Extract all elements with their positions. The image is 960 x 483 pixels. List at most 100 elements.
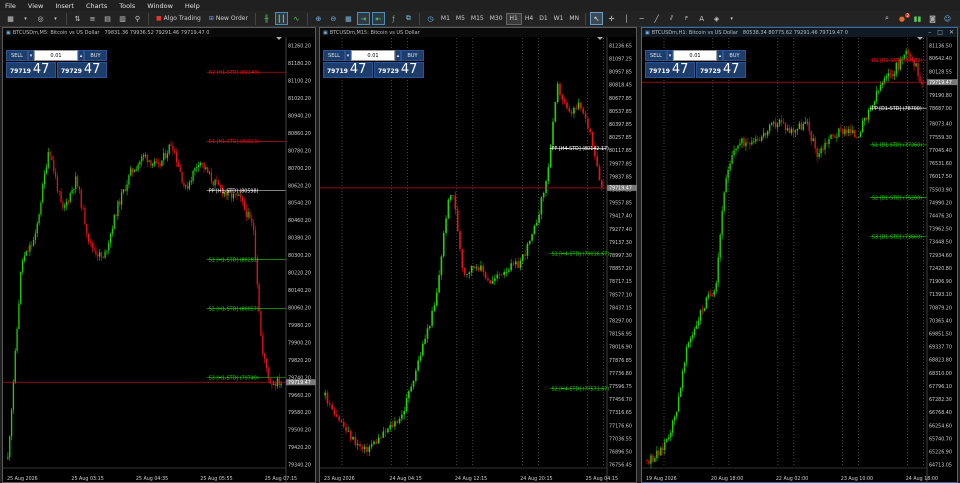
candle-body xyxy=(466,274,468,275)
clock-icon[interactable]: ◷ xyxy=(424,12,437,25)
bar-chart-icon[interactable]: ╫ xyxy=(260,12,273,25)
zoom-in-icon[interactable]: ⊕ xyxy=(312,12,325,25)
candle-body xyxy=(524,254,526,256)
shapes-icon[interactable]: ◈ xyxy=(710,12,723,25)
chart-window-btcusdm-m15[interactable]: 81236.65 81097.25 80957.85 80818.45 80677.85… xyxy=(319,27,637,483)
ask-price[interactable]: 79729 47 xyxy=(374,62,424,78)
zoom-out-icon[interactable]: ⊖ xyxy=(327,12,340,25)
price-axis-label: 79580.20 xyxy=(288,410,311,416)
candle-body xyxy=(707,294,710,298)
chart-plot[interactable]: 81136.50 80642.40 80128.55 79719.47 79190.80… xyxy=(642,28,959,483)
buy-button[interactable]: BUY xyxy=(401,50,424,61)
ask-price[interactable]: 79729 47 xyxy=(696,62,746,78)
price-axis-label: 79900.20 xyxy=(288,340,311,346)
chart-plot[interactable]: 81236.65 81097.25 80957.85 80818.45 80677.85… xyxy=(320,28,638,483)
menu-charts[interactable]: Charts xyxy=(81,2,114,10)
profile-icon[interactable]: ☺ xyxy=(941,12,954,25)
lot-size-input[interactable]: 0.01 xyxy=(351,50,395,61)
market-watch-icon[interactable]: ⇅ xyxy=(71,12,84,25)
minimize-icon[interactable]: – xyxy=(928,29,931,36)
one-click-trading-panel: SELL ▾ 0.01 ▴ BUY 79719 47 79729 47 xyxy=(645,50,746,79)
candle-body xyxy=(21,260,24,272)
dropdown-icon[interactable]: ▾ xyxy=(725,12,738,25)
timeframe-h1[interactable]: H1 xyxy=(505,12,522,25)
account-icon[interactable]: ◙ xyxy=(926,12,939,25)
auto-scroll-icon[interactable]: ⇥ xyxy=(356,12,370,25)
candle-body xyxy=(768,124,771,131)
candle-body xyxy=(512,263,515,265)
algo-trading-button[interactable]: ■ Algo Trading xyxy=(153,12,204,25)
candlestick-icon[interactable]: ┃┃ xyxy=(274,12,288,25)
timeframe-m15[interactable]: M15 xyxy=(468,13,487,25)
timeframe-m5[interactable]: M5 xyxy=(453,13,468,25)
candle-body xyxy=(196,167,198,168)
chart-window-btcusdm-h1[interactable]: 81136.50 80642.40 80128.55 79719.47 79190.80… xyxy=(641,27,958,483)
candle-body xyxy=(587,118,589,129)
search-icon[interactable]: ⌕ xyxy=(880,12,893,25)
signal-icon[interactable]: ▮▮ xyxy=(911,12,924,25)
timeframe-w1[interactable]: W1 xyxy=(551,13,567,25)
chart-window-btcusdm-m5[interactable]: 81260.20 81180.20 81100.20 81020.20 80940.20… xyxy=(2,27,316,483)
templates-icon[interactable]: ⧉ xyxy=(402,12,415,25)
timeframe-d1[interactable]: D1 xyxy=(536,13,550,25)
price-axis-label: 70365.40 xyxy=(929,318,952,324)
trendline-icon[interactable]: ╱ xyxy=(650,12,663,25)
timeframe-h4[interactable]: H4 xyxy=(522,13,536,25)
dropdown-icon[interactable]: ▾ xyxy=(49,12,62,25)
vertical-line-icon[interactable]: │ xyxy=(620,12,633,25)
candle-body xyxy=(69,193,71,202)
line-chart-icon[interactable]: ∿ xyxy=(290,12,303,25)
terminal-icon[interactable]: ▥ xyxy=(116,12,129,25)
sell-button[interactable]: SELL xyxy=(6,50,28,61)
channel-icon[interactable]: ⫽ xyxy=(665,12,678,25)
sell-button[interactable]: SELL xyxy=(323,50,345,61)
tile-windows-icon[interactable]: ▦ xyxy=(342,12,355,25)
navigator-icon[interactable]: ▤ xyxy=(101,12,114,25)
horizontal-line-icon[interactable]: ─ xyxy=(635,12,648,25)
menu-window[interactable]: Window xyxy=(142,2,180,10)
menu-help[interactable]: Help xyxy=(180,2,207,10)
indicators-icon[interactable]: ƒ xyxy=(387,12,400,25)
candle-body xyxy=(917,63,919,77)
candle-body xyxy=(879,85,882,91)
strategy-tester-icon[interactable]: ⚲ xyxy=(131,12,144,25)
menu-view[interactable]: View xyxy=(23,2,50,10)
lot-size-input[interactable]: 0.01 xyxy=(673,50,717,61)
new-chart-icon[interactable]: ▦ xyxy=(4,12,17,25)
new-order-button[interactable]: ⊞ New Order xyxy=(206,12,251,25)
ask-price[interactable]: 79729 47 xyxy=(57,62,107,78)
sell-button[interactable]: SELL xyxy=(645,50,667,61)
candle-body xyxy=(428,325,431,329)
crosshair-icon[interactable]: ✛ xyxy=(605,12,618,25)
candle-body xyxy=(126,184,128,192)
data-window-icon[interactable]: ≡ xyxy=(86,12,99,25)
profiles-icon[interactable]: ◎ xyxy=(34,12,47,25)
fibonacci-icon[interactable]: F xyxy=(680,12,693,25)
bid-price[interactable]: 79719 47 xyxy=(6,62,56,78)
menu-file[interactable]: File xyxy=(0,2,23,10)
close-icon[interactable]: ✕ xyxy=(949,29,954,36)
candle-body xyxy=(570,111,573,114)
timeframe-m30[interactable]: M30 xyxy=(487,13,506,25)
buy-button[interactable]: BUY xyxy=(723,50,746,61)
text-icon[interactable]: A xyxy=(695,12,708,25)
menu-insert[interactable]: Insert xyxy=(50,2,81,10)
bid-price[interactable]: 79719 47 xyxy=(323,62,373,78)
maximize-icon[interactable]: □ xyxy=(937,29,943,36)
cursor-icon[interactable]: ↖ xyxy=(590,12,604,25)
candle-body xyxy=(148,160,150,162)
menu-tools[interactable]: Tools xyxy=(114,2,142,10)
chart-plot[interactable]: 81260.20 81180.20 81100.20 81020.20 80940.20… xyxy=(3,28,317,483)
timeframe-mn[interactable]: MN xyxy=(566,13,582,25)
timeframe-m1[interactable]: M1 xyxy=(438,13,453,25)
buy-button[interactable]: BUY xyxy=(84,50,107,61)
candle-body xyxy=(654,458,656,462)
price-axis-label: 79190.80 xyxy=(929,93,952,99)
candle-body xyxy=(89,241,92,243)
candle-body xyxy=(584,113,587,119)
dropdown-icon[interactable]: ▾ xyxy=(19,12,32,25)
bid-price[interactable]: 79719 47 xyxy=(645,62,695,78)
candle-body xyxy=(188,182,191,189)
lot-size-input[interactable]: 0.01 xyxy=(34,50,78,61)
chart-shift-icon[interactable]: ⇤ xyxy=(371,12,385,25)
